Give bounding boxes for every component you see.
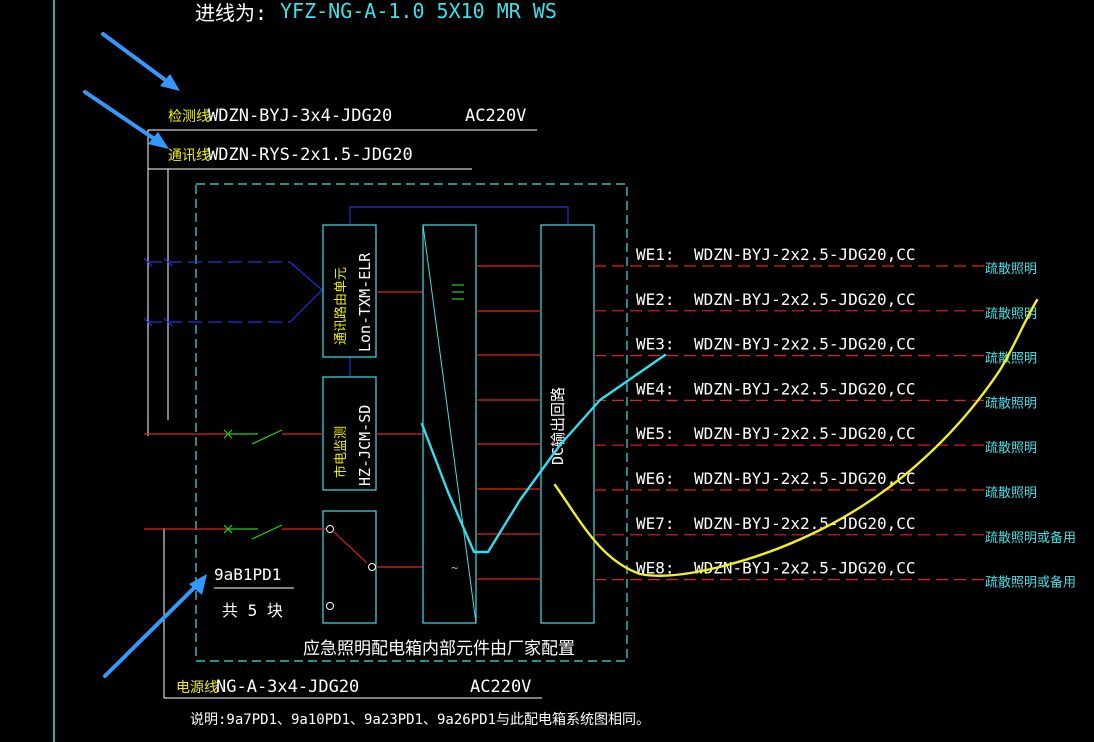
box-note: 应急照明配电箱内部元件由厂家配置 (303, 639, 575, 659)
circuit-use-8: 疏散照明或备用 (985, 575, 1076, 591)
annotation-arrow-1 (101, 32, 180, 91)
output-circuits: WE1: WDZN-BYJ-2x2.5-JDG20,CC 疏散照明 WE2: WDZN-… (594, 245, 1076, 591)
header-value: YFZ-NG-A-1.0 5X10 MR WS (280, 0, 557, 23)
annotation-arrow-2 (83, 90, 169, 149)
detect-line-voltage: AC220V (465, 106, 526, 126)
circuit-cable-5: WDZN-BYJ-2x2.5-JDG20,CC (694, 424, 916, 443)
system-diagram: 进线为: YFZ-NG-A-1.0 5X10 MR WS 检测线 WDZN-BY… (53, 0, 1076, 742)
comm-line-value: WDZN-RYS-2x1.5-JDG20 (208, 145, 413, 165)
mains-monitor-model: HZ-JCM-SD (356, 405, 374, 486)
circuit-id-4: WE4: (636, 379, 675, 398)
circuit-cable-7: WDZN-BYJ-2x2.5-JDG20,CC (694, 514, 916, 533)
bus-lines (476, 265, 541, 580)
circuit-id-3: WE3: (636, 335, 675, 354)
circuit-cable-4: WDZN-BYJ-2x2.5-JDG20,CC (694, 379, 916, 398)
switch-symbol (326, 525, 376, 610)
power-line-voltage: AC220V (470, 677, 531, 697)
circuit-id-2: WE2: (636, 290, 675, 309)
breaker-symbols (223, 429, 283, 540)
circuit-id-6: WE6: (636, 469, 675, 488)
circuit-id-7: WE7: (636, 514, 675, 533)
circuit-use-7: 疏散照明或备用 (985, 530, 1076, 546)
power-line-label: 电源线 (176, 680, 218, 696)
power-line-value: NG-A-3x4-JDG20 (216, 677, 359, 697)
circuit-id-5: WE5: (636, 424, 675, 443)
circuit-cable-1: WDZN-BYJ-2x2.5-JDG20,CC (694, 245, 916, 264)
charger-diagonal (422, 224, 477, 624)
comm-line-label: 通讯线 (168, 148, 210, 164)
comm-routing-unit-name: 通讯路由单元 (333, 267, 349, 345)
circuit-use-3: 疏散照明 (985, 352, 1037, 367)
circuit-cable-6: WDZN-BYJ-2x2.5-JDG20,CC (694, 469, 916, 488)
circuit-use-1: 疏散照明 (985, 262, 1037, 277)
circuit-cable-3: WDZN-BYJ-2x2.5-JDG20,CC (694, 335, 916, 354)
circuit-use-4: 疏散照明 (985, 396, 1037, 411)
header-label: 进线为: (195, 1, 267, 25)
footnote: 说明:9a7PD1、9a10PD1、9a23PD1、9a26PD1与此配电箱系统… (190, 712, 650, 728)
circuit-id-1: WE1: (636, 245, 675, 264)
detect-line-value: WDZN-BYJ-3x4-JDG20 (208, 106, 392, 126)
mains-input-wires (144, 291, 423, 568)
annotation-stroke-cyan (420, 353, 667, 554)
cad-drawing-canvas: 进线为: YFZ-NG-A-1.0 5X10 MR WS 检测线 WDZN-BY… (0, 0, 1094, 742)
circuit-cable-8: WDZN-BYJ-2x2.5-JDG20,CC (694, 559, 916, 578)
switch-blade (333, 531, 368, 564)
box-id: 9aB1PD1 (214, 565, 281, 584)
box-count: 共 5 块 (222, 601, 283, 620)
annotation-arrow-3 (103, 574, 207, 678)
mains-monitor-name: 市电监测 (333, 426, 349, 478)
circuit-use-5: 疏散照明 (985, 441, 1037, 456)
ac-symbol: ~ (451, 561, 458, 575)
comm-routing-unit-model: Lon-TXM-ELR (356, 252, 374, 352)
dc-output-label: DC输出回路 (549, 387, 567, 465)
circuit-cable-2: WDZN-BYJ-2x2.5-JDG20,CC (694, 290, 916, 309)
detect-line-label: 检测线 (168, 109, 210, 125)
circuit-use-6: 疏散照明 (985, 486, 1037, 501)
dc-symbol (452, 284, 464, 300)
